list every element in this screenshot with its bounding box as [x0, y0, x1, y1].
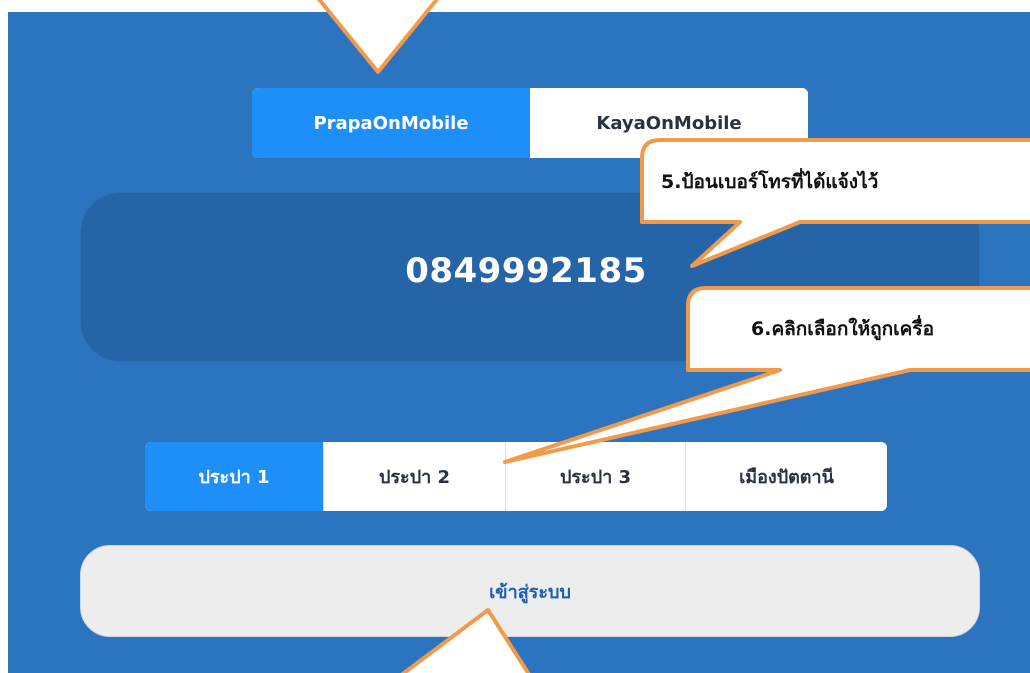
tab-prapa-2[interactable]: ประปา 2 [323, 442, 505, 511]
tab-prapa-1[interactable]: ประปา 1 [145, 442, 323, 511]
tab-mueang-pattani[interactable]: เมืองปัตตานี [685, 442, 887, 511]
branch-selector: ประปา 1 ประปา 2 ประปา 3 เมืองปัตตานี [145, 442, 887, 511]
login-button[interactable]: เข้าสู่ระบบ [80, 545, 980, 637]
app-selector: PrapaOnMobile KayaOnMobile [252, 88, 808, 158]
callout-6-text: 6.คลิกเลือกให้ถูกเครื่อ [751, 318, 934, 340]
tab-prapaonmobile[interactable]: PrapaOnMobile [252, 88, 530, 158]
callout-5-text: 5.ป้อนเบอร์โทรที่ได้แจ้งไว้ [661, 171, 879, 193]
phone-number-value: 0849992185 [405, 251, 647, 291]
tab-kayaonmobile[interactable]: KayaOnMobile [530, 88, 808, 158]
tab-prapa-3[interactable]: ประปา 3 [505, 442, 685, 511]
